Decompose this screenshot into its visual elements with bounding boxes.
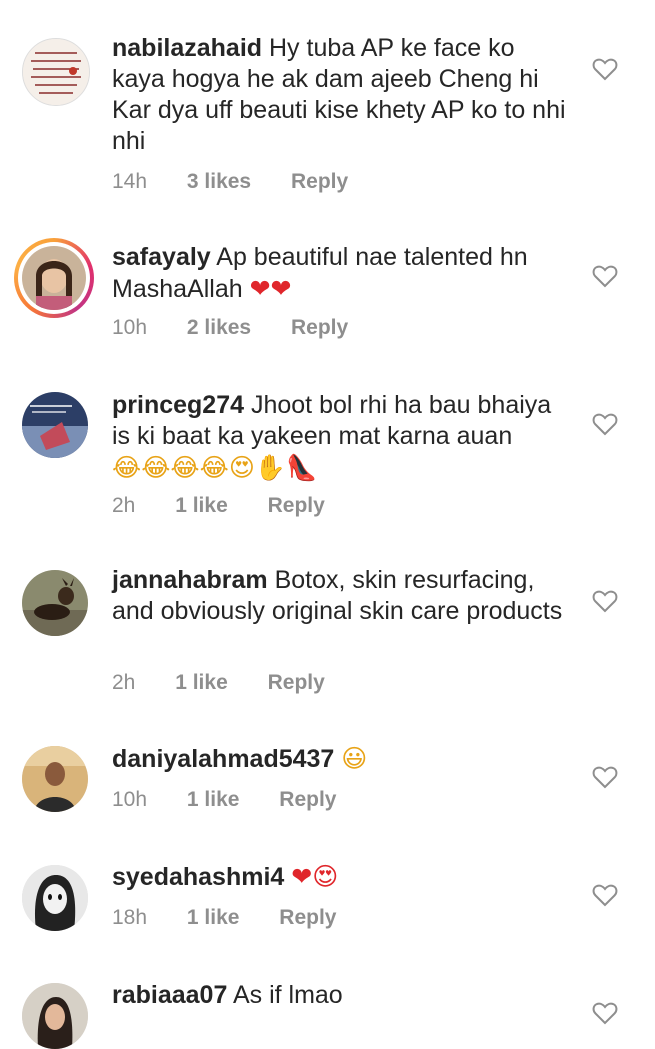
comment-text: nabilazahaid Hy tuba AP ke face ko kaya … <box>112 33 572 157</box>
avatar[interactable] <box>22 983 88 1049</box>
heart-icon[interactable] <box>592 883 618 907</box>
avatar[interactable] <box>22 865 88 931</box>
comment-text: princeg274 Jhoot bol rhi ha bau bhaiya i… <box>112 390 572 484</box>
comment-username[interactable]: syedahashmi4 <box>112 863 284 891</box>
heart-icon[interactable] <box>592 264 618 288</box>
comment-time: 14h <box>112 170 148 193</box>
comment-meta: 2h 1 like Reply <box>112 494 359 518</box>
reply-button[interactable]: Reply <box>268 494 325 517</box>
comment-username[interactable]: princeg274 <box>112 391 244 419</box>
comment-username[interactable]: daniyalahmad5437 <box>112 745 334 773</box>
avatar[interactable] <box>14 238 94 318</box>
comment-meta: 10h 1 like Reply <box>112 788 370 812</box>
reply-button[interactable]: Reply <box>268 671 325 694</box>
comment-text: daniyalahmad5437 😃 <box>112 743 572 775</box>
reply-button[interactable]: Reply <box>279 906 336 929</box>
comment-username[interactable]: safayaly <box>112 243 211 271</box>
comment-meta: 10h 2 likes Reply <box>112 316 382 340</box>
comment-text: syedahashmi4 ❤😍 <box>112 861 572 893</box>
heart-icon[interactable] <box>592 765 618 789</box>
emoji-group: 😂😂😂😂😍✋👠 <box>112 453 318 482</box>
comment-likes[interactable]: 1 like <box>187 788 240 811</box>
comment-time: 2h <box>112 671 136 694</box>
comment-text: jannahabram Botox, skin resurfacing, and… <box>112 565 572 627</box>
comment-text: safayaly Ap beautiful nae talented hn Ma… <box>112 242 572 305</box>
comment-likes[interactable]: 1 like <box>187 906 240 929</box>
heart-icon[interactable] <box>592 57 618 81</box>
heart-emoji: ❤😍 <box>291 862 339 891</box>
comment-likes[interactable]: 2 likes <box>187 316 251 339</box>
comment-time: 2h <box>112 494 136 517</box>
comment-likes[interactable]: 3 likes <box>187 170 251 193</box>
smile-emoji: 😃 <box>341 744 368 773</box>
comment-body: As if lmao <box>232 981 343 1009</box>
comment-meta: 2h 1 like Reply <box>112 671 359 695</box>
comment-text: rabiaaa07 As if lmao <box>112 980 572 1011</box>
comment-meta: 14h 3 likes Reply <box>112 170 382 194</box>
comment-time: 10h <box>112 316 148 339</box>
avatar[interactable] <box>22 570 88 636</box>
comment-time: 10h <box>112 788 148 811</box>
heart-emoji: ❤❤ <box>249 274 292 303</box>
comment-username[interactable]: nabilazahaid <box>112 34 262 62</box>
avatar[interactable] <box>22 38 90 106</box>
avatar[interactable] <box>22 392 88 458</box>
avatar[interactable] <box>22 746 88 812</box>
heart-icon[interactable] <box>592 412 618 436</box>
comment-likes[interactable]: 1 like <box>175 671 228 694</box>
heart-icon[interactable] <box>592 1001 618 1025</box>
reply-button[interactable]: Reply <box>279 788 336 811</box>
comment-username[interactable]: jannahabram <box>112 566 268 594</box>
comment-time: 18h <box>112 906 148 929</box>
comment-likes[interactable]: 1 like <box>175 494 228 517</box>
heart-icon[interactable] <box>592 589 618 613</box>
reply-button[interactable]: Reply <box>291 170 348 193</box>
comment-username[interactable]: rabiaaa07 <box>112 981 227 1009</box>
reply-button[interactable]: Reply <box>291 316 348 339</box>
comment-meta: 18h 1 like Reply <box>112 906 370 930</box>
